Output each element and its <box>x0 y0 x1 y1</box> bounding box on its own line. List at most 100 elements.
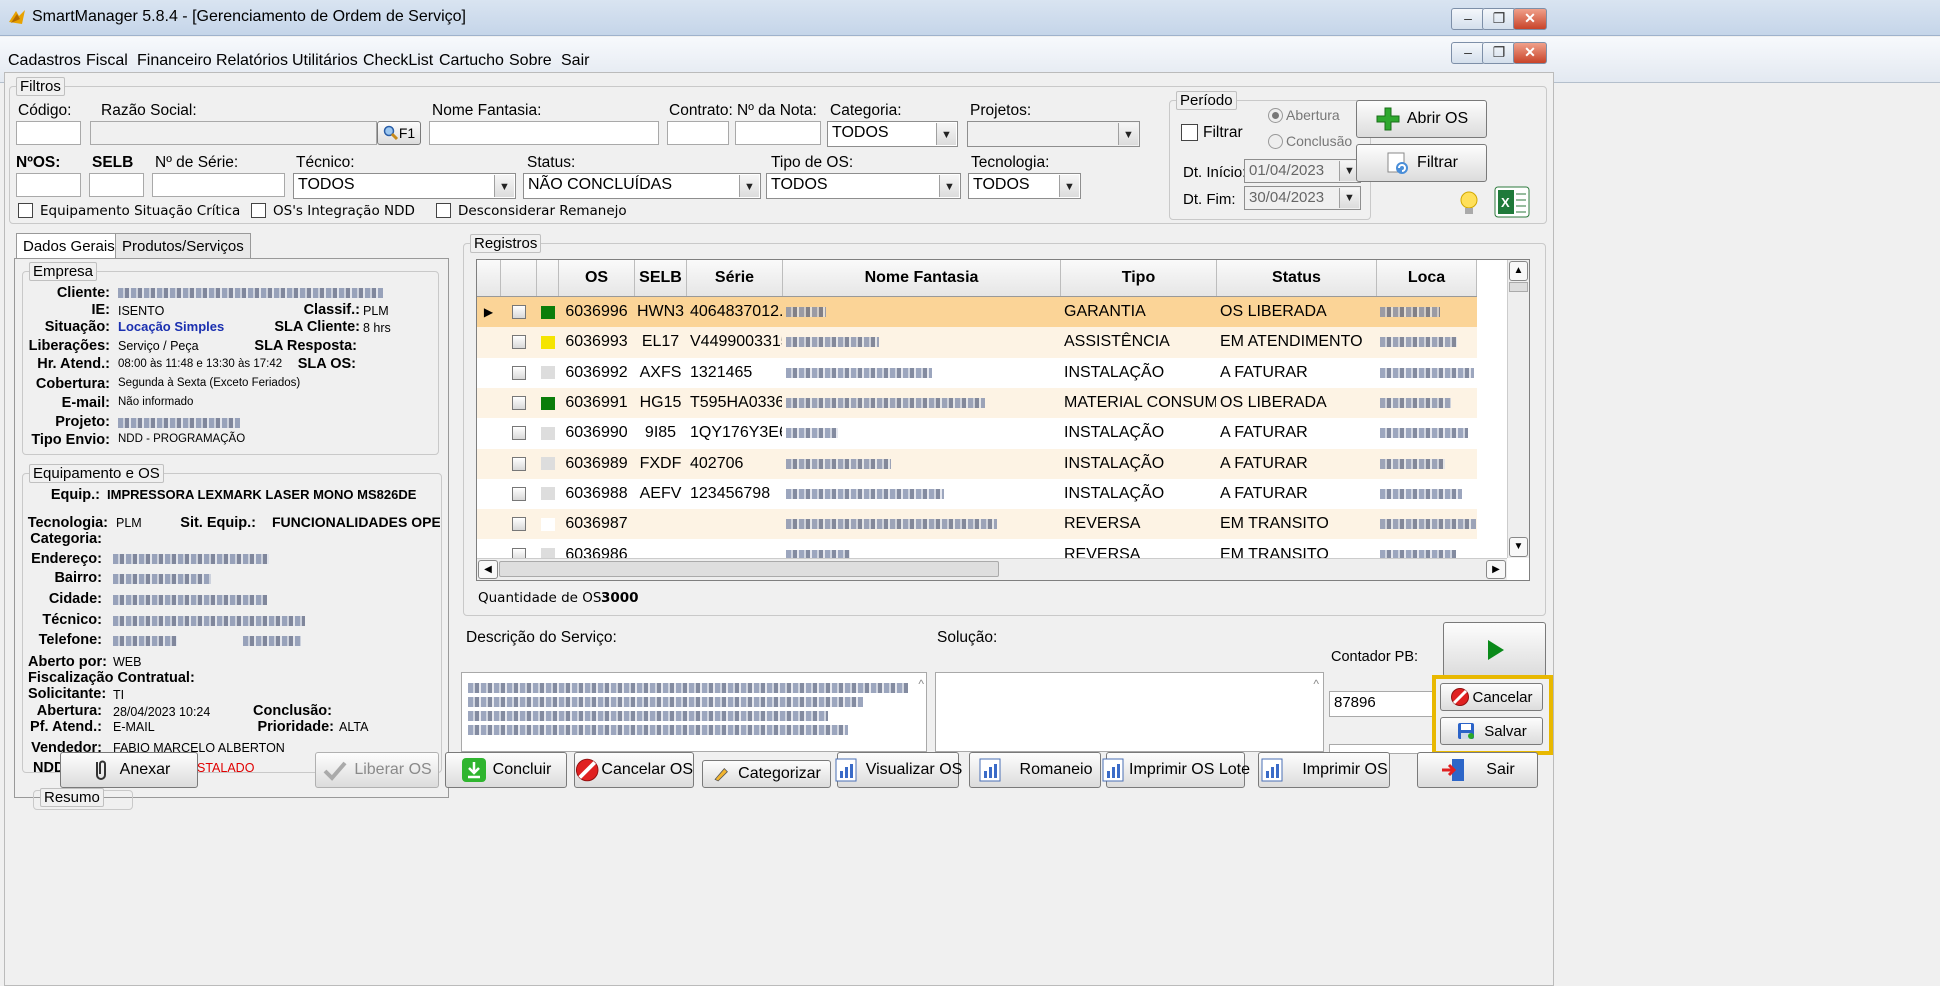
cancelar-os-button[interactable]: Cancelar OS <box>574 752 694 788</box>
lightbulb-icon[interactable] <box>1458 189 1480 219</box>
dt-inicio-picker[interactable]: 01/04/2023 ▼ <box>1244 159 1361 183</box>
scroll-right-icon[interactable]: ▶ <box>1486 560 1506 579</box>
sair-button[interactable]: Sair <box>1417 752 1538 788</box>
checkbox-icon[interactable] <box>511 486 526 501</box>
chevron-up-icon[interactable]: ^ <box>918 677 924 691</box>
mdi-maximize-button[interactable]: ❐ <box>1482 42 1516 64</box>
categoria-select[interactable]: TODOS ▼ <box>827 121 958 147</box>
nota-input[interactable] <box>735 121 821 145</box>
projetos-select[interactable]: ▼ <box>967 121 1140 147</box>
anexar-button[interactable]: Anexar <box>60 752 198 788</box>
table-row[interactable]: 6036990 9I85 1QY176Y3E6... INSTALAÇÃO A FATU… <box>477 418 1477 448</box>
checkbox-icon[interactable] <box>511 456 526 471</box>
column-header-0[interactable]: OS <box>559 260 635 296</box>
serie-input[interactable] <box>152 173 285 197</box>
table-row[interactable]: 6036987 REVERSA EM TRANSITO <box>477 509 1477 540</box>
tecnico-select[interactable]: TODOS ▼ <box>293 173 516 199</box>
scroll-thumb[interactable] <box>1509 282 1528 292</box>
mdi-close-button[interactable]: ✕ <box>1513 42 1547 64</box>
row-checkbox[interactable] <box>501 449 537 479</box>
table-row[interactable]: ▶ 6036996 HWN3 4064837012... GARANTIA OS LIBE… <box>477 297 1477 328</box>
status-select[interactable]: NÃO CONCLUÍDAS ▼ <box>523 173 761 199</box>
column-header-blank[interactable] <box>501 260 537 296</box>
table-row[interactable]: 6036992 AXFS 1321465 INSTALAÇÃO A FATURAR <box>477 358 1477 388</box>
row-checkbox[interactable] <box>501 479 537 509</box>
close-button[interactable]: ✕ <box>1513 8 1547 30</box>
table-row[interactable]: 6036991 HG15 T595HA0336... MATERIAL CONSUMO… <box>477 387 1477 419</box>
menu-checklist[interactable]: CheckList <box>363 52 433 70</box>
table-row[interactable]: 6036993 EL17 V4499003315 ASSISTÊNCIA EM ATEN… <box>477 327 1477 358</box>
column-header-3[interactable]: Nome Fantasia <box>783 260 1061 296</box>
column-header-blank[interactable] <box>537 260 559 296</box>
salvar-button[interactable]: Salvar <box>1440 717 1543 745</box>
contador-input[interactable]: 87896 <box>1329 691 1435 717</box>
imprimir-os-button[interactable]: Imprimir OS <box>1258 752 1390 788</box>
grid-vertical-scrollbar[interactable]: ▲ ▼ <box>1507 260 1529 558</box>
chevron-up-icon[interactable]: ^ <box>1313 677 1319 691</box>
tecnologia-select[interactable]: TODOS ▼ <box>968 173 1081 199</box>
codigo-input[interactable] <box>16 121 81 145</box>
row-checkbox[interactable] <box>501 388 537 418</box>
play-button[interactable] <box>1443 622 1546 677</box>
checkbox-icon[interactable] <box>511 365 526 380</box>
categorizar-button[interactable]: Categorizar <box>702 760 831 788</box>
column-header-blank[interactable] <box>477 260 501 296</box>
tab-produtos-servicos[interactable]: Produtos/Serviços <box>115 233 251 259</box>
descricao-textarea[interactable]: ^ <box>461 672 927 752</box>
menu-cartucho[interactable]: Cartucho <box>439 52 504 70</box>
os-input[interactable] <box>16 173 81 197</box>
menu-utilitarios[interactable]: Utilitários <box>292 52 358 70</box>
maximize-button[interactable]: ❐ <box>1482 8 1516 30</box>
imprimir-lote-button[interactable]: Imprimir OS Lote <box>1102 752 1250 788</box>
menu-sair[interactable]: Sair <box>561 52 589 70</box>
menu-fiscal[interactable]: Fiscal <box>86 52 128 70</box>
checkbox-icon[interactable] <box>511 517 526 532</box>
search-f1-button[interactable]: F1 <box>377 121 421 145</box>
menu-sobre[interactable]: Sobre <box>509 52 552 70</box>
nome-fantasia-input[interactable] <box>429 121 659 145</box>
column-header-2[interactable]: Série <box>687 260 783 296</box>
dt-fim-picker[interactable]: 30/04/2023 ▼ <box>1244 186 1361 210</box>
critica-checkbox[interactable] <box>18 203 33 218</box>
cancelar-button[interactable]: Cancelar <box>1440 683 1543 711</box>
row-checkbox[interactable] <box>501 418 537 448</box>
conclusao-radio[interactable] <box>1268 134 1283 149</box>
column-header-1[interactable]: SELB <box>635 260 687 296</box>
abrir-os-button[interactable]: Abrir OS <box>1356 100 1487 138</box>
visualizar-os-button[interactable]: Visualizar OS <box>835 752 962 788</box>
column-header-4[interactable]: Tipo <box>1061 260 1217 296</box>
menu-financeiro[interactable]: Financeiro <box>137 52 212 70</box>
contrato-input[interactable] <box>667 121 729 145</box>
abertura-radio[interactable] <box>1268 108 1283 123</box>
concluir-button[interactable]: Concluir <box>445 752 567 788</box>
row-checkbox[interactable] <box>501 358 537 388</box>
checkbox-icon[interactable] <box>511 305 526 320</box>
minimize-button[interactable]: – <box>1451 8 1485 30</box>
checkbox-icon[interactable] <box>511 426 526 441</box>
table-row[interactable]: 6036988 AEFV 123456798 INSTALAÇÃO A FATURAR <box>477 479 1477 509</box>
row-checkbox[interactable] <box>501 509 537 539</box>
grid-horizontal-scrollbar[interactable]: ◀ ▶ <box>477 558 1507 580</box>
tab-dados-gerais[interactable]: Dados Gerais <box>16 233 122 259</box>
filtrar-button[interactable]: Filtrar <box>1356 144 1487 182</box>
filtrar-periodo-checkbox[interactable] <box>1181 124 1198 141</box>
menu-cadastros[interactable]: Cadastros <box>8 52 81 70</box>
razao-social-input[interactable] <box>90 121 377 145</box>
registros-grid[interactable]: OS SELB Série Nome Fantasia Tipo Status Loca ▶… <box>476 259 1530 581</box>
scroll-up-icon[interactable]: ▲ <box>1509 261 1528 281</box>
selb-input[interactable] <box>89 173 144 197</box>
excel-export-icon[interactable]: X <box>1494 186 1530 218</box>
row-checkbox[interactable] <box>501 297 537 327</box>
row-checkbox[interactable] <box>501 327 537 357</box>
hscroll-thumb[interactable] <box>499 561 999 577</box>
remanejo-checkbox[interactable] <box>436 203 451 218</box>
liberar-os-button[interactable]: Liberar OS <box>315 752 439 788</box>
table-row[interactable]: 6036989 FXDF 402706 INSTALAÇÃO A FATURAR <box>477 448 1477 479</box>
mdi-minimize-button[interactable]: – <box>1451 42 1485 64</box>
romaneio-button[interactable]: Romaneio <box>969 752 1101 788</box>
checkbox-icon[interactable] <box>511 396 526 411</box>
scroll-down-icon[interactable]: ▼ <box>1509 537 1528 557</box>
scroll-left-icon[interactable]: ◀ <box>478 560 498 579</box>
solucao-textarea[interactable]: ^ <box>935 672 1324 752</box>
tipo-os-select[interactable]: TODOS ▼ <box>766 173 961 199</box>
